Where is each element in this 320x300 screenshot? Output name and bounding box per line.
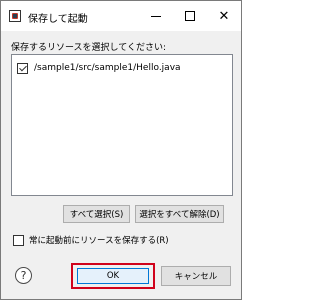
resource-list[interactable]: /sample1/src/sample1/Hello.java [11,54,233,196]
close-icon: ✕ [218,8,230,24]
list-item[interactable]: /sample1/src/sample1/Hello.java [17,61,181,75]
ok-button[interactable]: OK [77,268,149,284]
always-save-checkbox[interactable] [13,234,24,246]
cancel-button[interactable]: キャンセル [161,266,231,286]
select-all-button[interactable]: すべて選択(S) [63,205,130,223]
select-resources-label: 保存するリソースを選択してください: [11,43,167,53]
dialog-title: 保存して起動 [28,14,88,25]
resource-label: /sample1/src/sample1/Hello.java [34,63,181,73]
title-bar[interactable]: 保存して起動 ✕ [1,1,241,31]
minimize-button[interactable] [139,1,173,31]
resource-checkbox[interactable] [17,62,28,74]
help-icon[interactable]: ? [15,267,32,284]
eclipse-app-icon [9,10,21,22]
maximize-button[interactable] [173,1,207,31]
close-button[interactable]: ✕ [207,1,241,31]
always-save-label: 常に起動前にリソースを保存する(R) [29,236,169,246]
deselect-all-button[interactable]: 選択をすべて解除(D) [135,205,224,223]
minimize-icon [151,15,161,17]
always-save-option[interactable]: 常に起動前にリソースを保存する(R) [13,234,169,246]
save-and-launch-dialog: 保存して起動 ✕ 保存するリソースを選択してください: /sample1/src… [0,0,242,300]
maximize-icon [185,11,195,21]
